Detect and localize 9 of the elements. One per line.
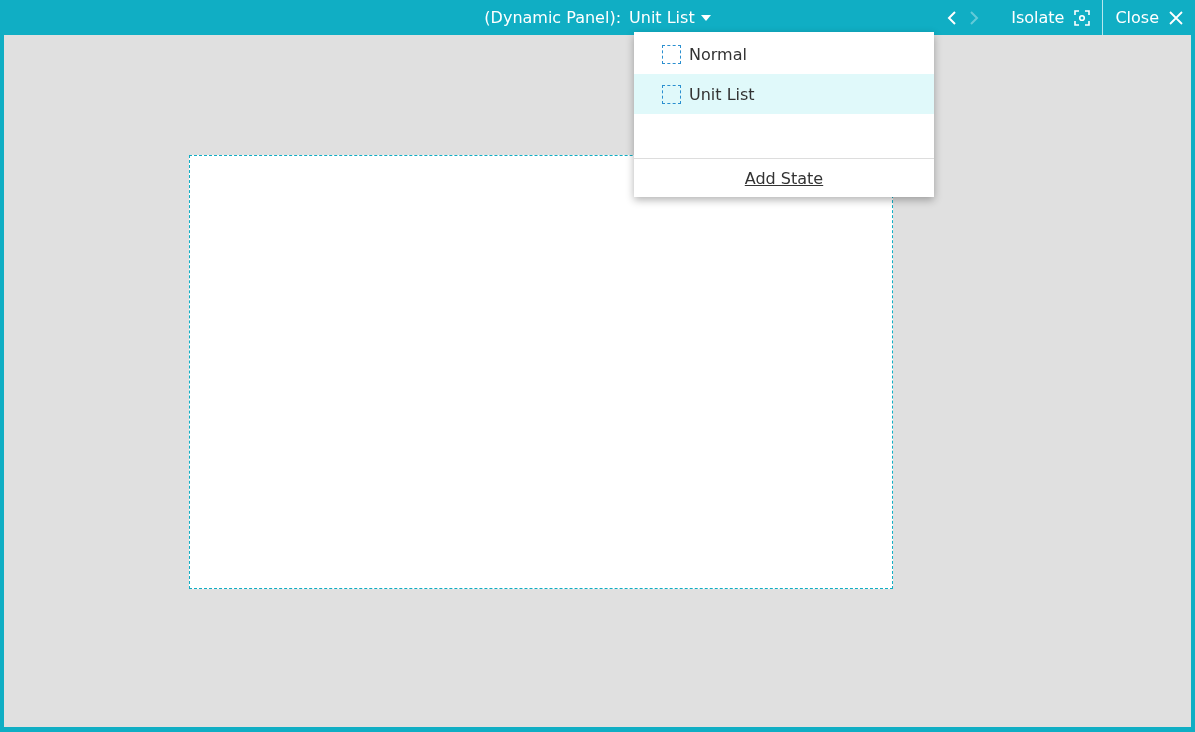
state-item[interactable]: Unit List [634, 74, 934, 114]
close-icon [1169, 10, 1183, 25]
state-icon [662, 44, 681, 64]
focus-icon [1074, 9, 1091, 26]
state-item[interactable]: Normal [634, 34, 934, 74]
caret-icon [700, 14, 711, 21]
state-icon [662, 84, 681, 104]
add-state-link[interactable]: Add State [744, 168, 824, 188]
panel-label: (Dynamic Panel): [484, 8, 622, 27]
